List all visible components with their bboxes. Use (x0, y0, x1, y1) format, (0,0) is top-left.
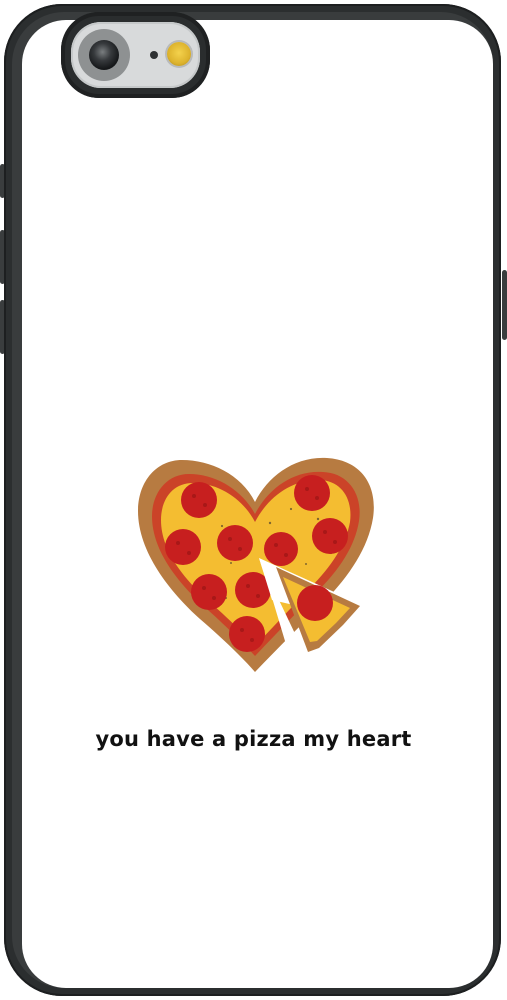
camera-lens-ring (78, 29, 130, 81)
side-button-right (502, 270, 507, 340)
pepperoni (165, 529, 201, 565)
camera-cutout (61, 12, 210, 98)
pepperoni (294, 475, 330, 511)
pepperoni (312, 518, 348, 554)
pepperoni (191, 574, 227, 610)
caption-text: you have a pizza my heart (95, 727, 412, 751)
pepperoni (229, 616, 265, 652)
camera-lens-icon (89, 40, 119, 70)
phone-case-product-photo: you have a pizza my heart (0, 0, 507, 1000)
pizza-heart-svg (138, 457, 374, 672)
camera-plate (71, 22, 200, 88)
slice-pepperoni (297, 585, 333, 621)
pepperoni (264, 532, 298, 566)
flash-icon (167, 42, 191, 66)
pizza-heart-illustration (130, 452, 380, 692)
microphone-dot (150, 51, 158, 59)
pepperoni (217, 525, 253, 561)
pepperoni (181, 482, 217, 518)
